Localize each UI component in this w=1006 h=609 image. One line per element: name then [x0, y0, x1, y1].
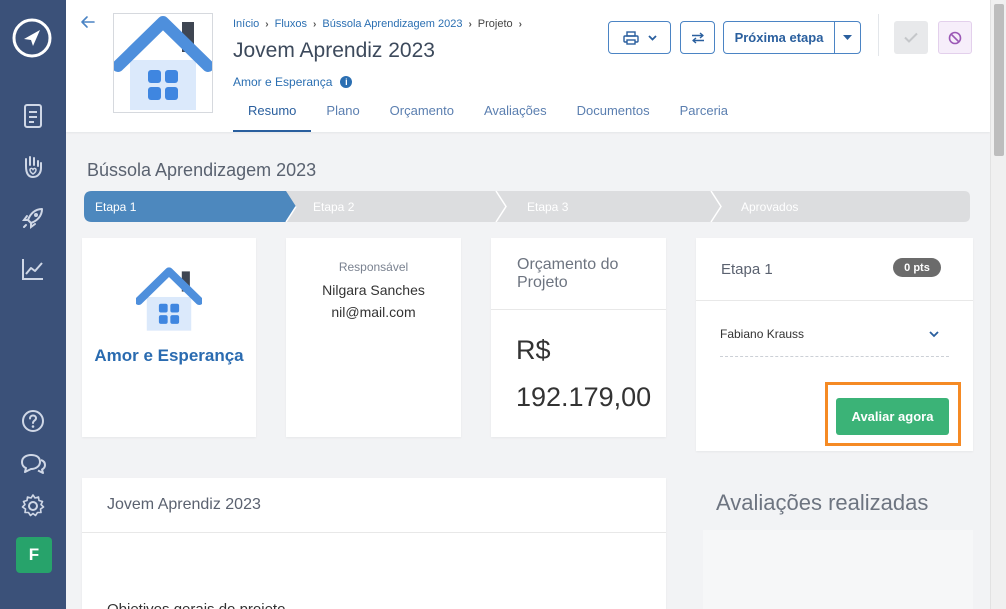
responsible-card: Responsável Nilgara Sanches nil@mail.com	[286, 238, 461, 437]
project-thumbnail	[113, 13, 213, 113]
sidebar: F	[0, 0, 66, 609]
scrollbar-thumb[interactable]	[994, 4, 1004, 156]
step-etapa-3[interactable]: Etapa 3	[527, 200, 568, 214]
reject-button[interactable]	[938, 21, 972, 54]
organization-card-name[interactable]: Amor e Esperança	[94, 346, 243, 366]
breadcrumb-flow[interactable]: Bússola Aprendizagem 2023	[322, 18, 462, 30]
tab-plano[interactable]: Plano	[311, 93, 374, 132]
evaluator-select[interactable]: Fabiano Krauss	[720, 327, 949, 357]
caret-down-icon	[843, 34, 852, 40]
swap-arrows-icon	[691, 31, 704, 44]
chevron-down-icon	[647, 34, 657, 41]
tab-orcamento[interactable]: Orçamento	[375, 93, 469, 132]
evaluations-done-panel	[703, 530, 973, 609]
breadcrumb-current: Projeto	[477, 18, 513, 30]
budget-title: Orçamento do Projeto	[517, 256, 619, 291]
chevron-down-icon	[929, 331, 939, 338]
block-icon	[948, 31, 962, 44]
project-description-card: Jovem Aprendiz 2023 Objetivos gerais do …	[82, 478, 666, 609]
budget-currency: R$	[516, 335, 551, 365]
hand-heart-icon[interactable]	[19, 153, 47, 181]
responsible-label: Responsável	[338, 260, 409, 274]
chevron-right-icon: ›	[313, 18, 317, 30]
chart-icon[interactable]	[19, 255, 47, 283]
project-card-title: Jovem Aprendiz 2023	[107, 496, 261, 513]
next-step-button[interactable]: Próxima etapa	[723, 21, 861, 54]
divider	[82, 532, 666, 533]
chat-icon[interactable]	[19, 450, 47, 478]
next-step-dropdown[interactable]	[835, 22, 860, 53]
gear-icon[interactable]	[19, 492, 47, 520]
breadcrumb-fluxos[interactable]: Fluxos	[275, 18, 307, 30]
project-header: Início › Fluxos › Bússola Aprendizagem 2…	[66, 0, 990, 132]
step-etapa-1[interactable]: Etapa 1	[95, 200, 136, 214]
swap-button[interactable]	[680, 21, 715, 54]
approve-button[interactable]	[894, 21, 928, 54]
organization-name[interactable]: Amor e Esperança	[233, 75, 332, 89]
breadcrumb-inicio[interactable]: Início	[233, 18, 259, 30]
back-arrow-icon[interactable]	[80, 14, 96, 30]
organization-logo	[136, 267, 202, 331]
points-badge: 0 pts	[893, 258, 941, 277]
breadcrumb: Início › Fluxos › Bússola Aprendizagem 2…	[233, 18, 522, 30]
header-divider	[878, 14, 879, 56]
avatar[interactable]: F	[16, 537, 52, 573]
tab-parceria[interactable]: Parceria	[665, 93, 743, 132]
tab-bar: Resumo Plano Orçamento Avaliações Docume…	[233, 93, 743, 132]
evaluation-stage: Etapa 1	[721, 261, 773, 278]
info-icon[interactable]: i	[340, 76, 353, 88]
organization-card[interactable]: Amor e Esperança	[82, 238, 256, 437]
document-icon[interactable]	[19, 102, 47, 130]
check-icon	[904, 32, 918, 43]
tab-resumo[interactable]: Resumo	[233, 93, 312, 132]
step-etapa-2[interactable]: Etapa 2	[313, 200, 354, 214]
print-button[interactable]	[608, 21, 671, 54]
responsible-email: nil@mail.com	[331, 304, 416, 320]
help-icon[interactable]	[19, 407, 47, 435]
budget-card: Orçamento do Projeto R$ 192.179,00	[491, 238, 666, 437]
responsible-name: Nilgara Sanches	[322, 282, 425, 298]
step-aprovados[interactable]: Aprovados	[741, 200, 798, 214]
evaluate-now-button[interactable]: Avaliar agora	[836, 398, 949, 435]
page-title: Jovem Aprendiz 2023	[233, 39, 435, 62]
chevron-right-icon: ›	[265, 18, 269, 30]
chevron-right-icon: ›	[468, 18, 472, 30]
logo-icon[interactable]	[12, 18, 52, 58]
divider	[491, 309, 666, 310]
next-step-label[interactable]: Próxima etapa	[724, 22, 835, 53]
tab-documentos[interactable]: Documentos	[562, 93, 665, 132]
step-progress: Etapa 1 Etapa 2 Etapa 3 Aprovados	[84, 191, 970, 222]
printer-icon	[622, 30, 639, 45]
evaluations-done-title: Avaliações realizadas	[716, 490, 929, 515]
divider	[696, 300, 973, 301]
tab-avaliacoes[interactable]: Avaliações	[469, 93, 562, 132]
evaluator-name[interactable]: Fabiano Krauss	[720, 327, 804, 341]
budget-amount: 192.179,00	[516, 382, 652, 412]
project-objectives-heading: Objetivos gerais do projeto	[107, 601, 285, 609]
scrollbar[interactable]	[990, 0, 1006, 609]
rocket-icon[interactable]	[19, 204, 47, 232]
flow-title: Bússola Aprendizagem 2023	[87, 160, 317, 180]
organization-link[interactable]: Amor e Esperança i	[233, 75, 353, 89]
chevron-right-icon: ›	[518, 18, 522, 30]
